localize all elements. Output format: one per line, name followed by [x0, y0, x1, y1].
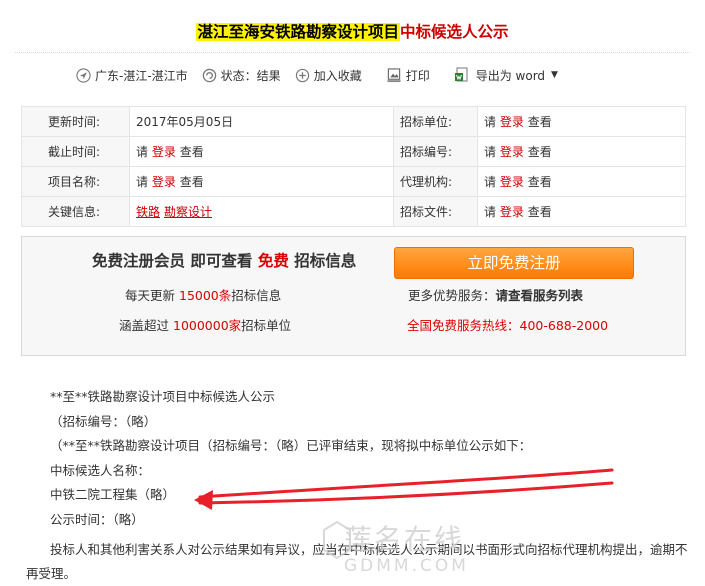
- service-list-link[interactable]: 请查看服务列表: [496, 288, 584, 303]
- chevron-down-icon[interactable]: ▼: [551, 70, 558, 80]
- headline-free: 免费: [257, 252, 289, 270]
- favorite-button[interactable]: 加入收藏: [295, 67, 362, 84]
- keyword-link[interactable]: 勘察设计: [164, 205, 212, 219]
- login-link[interactable]: 登录: [500, 175, 524, 189]
- title-rest: 中标候选人公示: [400, 23, 509, 41]
- value-deadline: 请 登录 查看: [129, 136, 394, 167]
- please-text: 请: [136, 175, 149, 189]
- register-promo: 免费注册会员 即可查看 免费 招标信息 立即免费注册 每天更新 15000条招标…: [21, 236, 686, 356]
- coverage-line: 涵盖超过 1000000家招标单位: [119, 315, 291, 334]
- watermark-logo: 莲名在线 GDMM.COM: [322, 514, 482, 586]
- login-link[interactable]: 登录: [500, 145, 524, 159]
- label-update-time: 更新时间:: [21, 106, 130, 137]
- headline-text: 免费注册会员 即可查看: [92, 252, 253, 270]
- export-button[interactable]: 导出为 word ▼: [454, 67, 558, 84]
- view-text: 查看: [179, 145, 204, 159]
- navigation-icon: [76, 67, 91, 83]
- label-tender-number: 招标编号:: [393, 136, 478, 167]
- keyword-link[interactable]: 铁路: [136, 205, 160, 219]
- login-link[interactable]: 登录: [152, 145, 176, 159]
- print-button[interactable]: 打印: [386, 67, 430, 84]
- daily-update-suffix: 招标信息: [231, 288, 282, 303]
- announcement-line: （**至**铁路勘察设计项目（招标编号：（略）已评审结束，现将拟中标单位公示如下…: [50, 438, 532, 453]
- please-text: 请: [484, 115, 497, 129]
- label-tender-file: 招标文件:: [393, 196, 478, 227]
- table-row: 关键信息: 铁路 勘察设计 招标文件: 请 登录 查看: [21, 196, 686, 227]
- table-row: 更新时间: 2017年05月05日 招标单位: 请 登录 查看: [21, 106, 686, 137]
- value-agency: 请 登录 查看: [477, 166, 686, 197]
- value-tender-file: 请 登录 查看: [477, 196, 686, 227]
- coverage-text: 涵盖超过: [119, 318, 170, 333]
- services-line: 更多优势服务：请查看服务列表: [408, 285, 583, 304]
- location-label: 广东-湛江-湛江市: [95, 68, 188, 83]
- announcement-line: 中标候选人名称：: [50, 462, 151, 478]
- export-label: 导出为 word: [475, 68, 546, 83]
- page-title-wrap: 湛江至海安铁路勘察设计项目中标候选人公示: [0, 20, 705, 44]
- register-button[interactable]: 立即免费注册: [394, 247, 634, 279]
- please-text: 请: [136, 145, 149, 159]
- daily-update-text: 每天更新: [125, 288, 176, 303]
- value-tender-unit: 请 登录 查看: [477, 106, 686, 137]
- services-text: 更多优势服务：: [408, 288, 496, 303]
- login-link[interactable]: 登录: [152, 175, 176, 189]
- print-label: 打印: [405, 68, 430, 83]
- value-project-name: 请 登录 查看: [129, 166, 394, 197]
- status-label: 状态：结果: [220, 68, 281, 83]
- headline-text-end: 招标信息: [294, 252, 357, 270]
- status-icon: [202, 68, 216, 82]
- label-project-name: 项目名称:: [21, 166, 130, 197]
- table-row: 项目名称: 请 登录 查看 代理机构: 请 登录 查看: [21, 166, 686, 197]
- please-text: 请: [484, 145, 497, 159]
- label-tender-unit: 招标单位:: [393, 106, 478, 137]
- export-word-icon: [454, 67, 468, 82]
- label-keywords: 关键信息:: [21, 196, 130, 227]
- daily-update-count: 15000条: [179, 288, 232, 303]
- view-text: 查看: [527, 175, 552, 189]
- favorite-label: 加入收藏: [313, 68, 362, 83]
- announcement-line: **至**铁路勘察设计项目中标候选人公示: [50, 389, 276, 404]
- view-text: 查看: [527, 145, 552, 159]
- announcement-body: **至**铁路勘察设计项目中标候选人公示 （招标编号：（略） （**至**铁路勘…: [50, 385, 690, 532]
- register-headline: 免费注册会员 即可查看 免费 招标信息: [92, 249, 356, 271]
- please-text: 请: [484, 175, 497, 189]
- candidate-name: 中铁二院工程集（略）: [50, 487, 176, 502]
- please-text: 请: [484, 205, 497, 219]
- value-update-time: 2017年05月05日: [129, 106, 394, 137]
- status-item: 状态：结果: [202, 67, 281, 84]
- label-agency: 代理机构:: [393, 166, 478, 197]
- view-text: 查看: [527, 115, 552, 129]
- add-icon: [295, 68, 309, 82]
- value-tender-number: 请 登录 查看: [477, 136, 686, 167]
- label-deadline: 截止时间:: [21, 136, 130, 167]
- coverage-suffix: 招标单位: [241, 318, 292, 333]
- announcement-line: （招标编号：（略）: [50, 413, 157, 429]
- login-link[interactable]: 登录: [500, 205, 524, 219]
- hotline: 全国免费服务热线：400-688-2000: [407, 318, 609, 333]
- toolbar: 广东-湛江-湛江市 状态：结果 加入收藏 打印 导出为 word ▼: [76, 66, 572, 84]
- location-item[interactable]: 广东-湛江-湛江市: [76, 67, 188, 84]
- watermark-domain: GDMM.COM: [344, 556, 469, 576]
- title-divider: [15, 52, 690, 53]
- coverage-count: 1000000家: [173, 318, 242, 333]
- watermark-text: 莲名在线: [344, 523, 465, 556]
- login-link[interactable]: 登录: [500, 115, 524, 129]
- print-icon: [387, 67, 401, 82]
- view-text: 查看: [527, 205, 552, 219]
- table-row: 截止时间: 请 登录 查看 招标编号: 请 登录 查看: [21, 136, 686, 167]
- view-text: 查看: [179, 175, 204, 189]
- title-highlighted: 湛江至海安铁路勘察设计项目: [196, 23, 400, 41]
- value-keywords: 铁路 勘察设计: [129, 196, 394, 227]
- daily-update-line: 每天更新 15000条招标信息: [125, 285, 281, 304]
- bid-info-table: 更新时间: 2017年05月05日 招标单位: 请 登录 查看 截止时间: 请 …: [21, 106, 686, 227]
- page-title: 湛江至海安铁路勘察设计项目中标候选人公示: [196, 23, 509, 41]
